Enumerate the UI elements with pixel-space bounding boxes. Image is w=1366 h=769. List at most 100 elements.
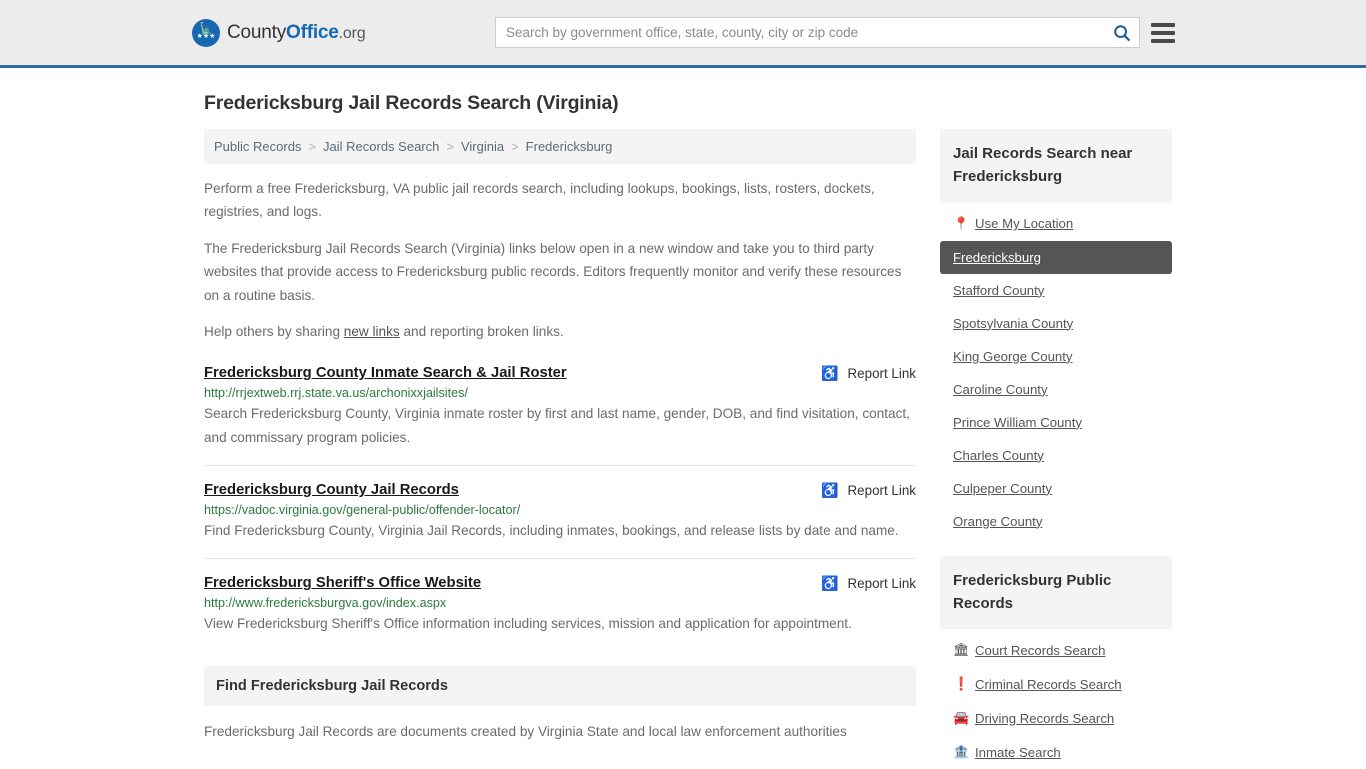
broken-link-icon: ♿ (821, 365, 838, 382)
result-description: Find Fredericksburg County, Virginia Jai… (204, 519, 916, 542)
courthouse-icon: 🏛 (953, 642, 966, 658)
sidebar-item-culpeper-county[interactable]: Culpeper County (940, 472, 1172, 505)
intro-text: Perform a free Fredericksburg, VA public… (204, 177, 916, 343)
result-header: Fredericksburg Sheriff's Office Website … (204, 575, 916, 592)
sidebar-item-court-records-search[interactable]: 🏛 Court Records Search (940, 633, 1172, 667)
car-icon: 🚘 (953, 710, 966, 726)
menu-bar-1 (1151, 23, 1175, 27)
report-link-button[interactable]: ♿ Report Link (805, 482, 916, 499)
find-records-heading: Find Fredericksburg Jail Records (216, 678, 904, 694)
report-link-button[interactable]: ♿ Report Link (805, 575, 916, 592)
sidebar-item-label[interactable]: Criminal Records Search (975, 677, 1122, 692)
sidebar-item-criminal-records-search[interactable]: ❗ Criminal Records Search (940, 667, 1172, 701)
search-bar (495, 17, 1140, 48)
new-links-link[interactable]: new links (344, 324, 400, 339)
jail-icon: 🏦 (953, 744, 966, 760)
result-title-link[interactable]: Fredericksburg County Inmate Search & Ja… (204, 365, 567, 381)
intro-paragraph-3: Help others by sharing new links and rep… (204, 320, 916, 343)
sidebar-item-label[interactable]: Charles County (953, 448, 1044, 463)
sidebar-item-label[interactable]: Caroline County (953, 382, 1048, 397)
intro-paragraph-2: The Fredericksburg Jail Records Search (… (204, 237, 916, 307)
result-header: Fredericksburg County Inmate Search & Ja… (204, 365, 916, 382)
sidebar-item-prince-william-county[interactable]: Prince William County (940, 406, 1172, 439)
breadcrumb-item-public-records[interactable]: Public Records (214, 139, 301, 154)
sidebar-item-label[interactable]: Court Records Search (975, 643, 1105, 658)
sidebar-item-label[interactable]: Culpeper County (953, 481, 1052, 496)
sidebar-public-records-header: Fredericksburg Public Records (940, 556, 1172, 630)
brand-wordmark: CountyOffice.org (227, 22, 365, 44)
hamburger-menu-icon[interactable] (1151, 23, 1175, 43)
sidebar-item-charles-county[interactable]: Charles County (940, 439, 1172, 472)
main-content: Public Records > Jail Records Search > V… (204, 129, 916, 743)
sidebar-item-label[interactable]: Prince William County (953, 415, 1082, 430)
sidebar-public-records-list: 🏛 Court Records Search ❗ Criminal Record… (940, 633, 1172, 769)
brand-part-office: Office (286, 22, 339, 43)
site-logo[interactable]: 🗽 ★★★ CountyOffice.org (192, 19, 365, 47)
sidebar-item-label[interactable]: Driving Records Search (975, 711, 1114, 726)
broken-link-icon: ♿ (821, 575, 838, 592)
report-link-button[interactable]: ♿ Report Link (805, 365, 916, 382)
menu-bar-2 (1151, 31, 1175, 35)
result-item: Fredericksburg County Inmate Search & Ja… (204, 365, 916, 465)
sidebar-nearby-block: Jail Records Search near Fredericksburg … (940, 129, 1172, 538)
brand-part-tld: .org (339, 25, 366, 42)
sidebar-item-label[interactable]: Fredericksburg (953, 250, 1041, 265)
sidebar-public-records-heading: Fredericksburg Public Records (953, 569, 1159, 616)
sidebar: Jail Records Search near Fredericksburg … (940, 129, 1172, 769)
sidebar-item-spotsylvania-county[interactable]: Spotsylvania County (940, 307, 1172, 340)
sidebar-item-label[interactable]: Inmate Search (975, 745, 1061, 760)
sidebar-item-inmate-search[interactable]: 🏦 Inmate Search (940, 735, 1172, 769)
page-container: Fredericksburg Jail Records Search (Virg… (0, 92, 1366, 769)
find-records-header: Find Fredericksburg Jail Records (204, 666, 916, 706)
brand-part-county: County (227, 22, 286, 43)
find-records-body: Fredericksburg Jail Records are document… (204, 720, 916, 743)
sidebar-item-use-my-location[interactable]: 📍 Use My Location (940, 207, 1172, 241)
result-header: Fredericksburg County Jail Records ♿ Rep… (204, 482, 916, 499)
sidebar-item-label[interactable]: Orange County (953, 514, 1042, 529)
intro-p3-before: Help others by sharing (204, 324, 344, 339)
content-columns: Public Records > Jail Records Search > V… (204, 129, 1176, 769)
breadcrumb-item-virginia[interactable]: Virginia (461, 139, 504, 154)
result-url: http://rrjextweb.rrj.state.va.us/archoni… (204, 386, 916, 400)
sidebar-item-label[interactable]: Stafford County (953, 283, 1044, 298)
result-description: View Fredericksburg Sheriff's Office inf… (204, 612, 916, 635)
report-link-label: Report Link (848, 366, 916, 381)
intro-p3-after: and reporting broken links. (400, 324, 564, 339)
eagle-icon: 🗽 ★★★ (192, 19, 220, 47)
result-title-link[interactable]: Fredericksburg Sheriff's Office Website (204, 575, 481, 591)
result-url: http://www.fredericksburgva.gov/index.as… (204, 596, 916, 610)
sidebar-item-driving-records-search[interactable]: 🚘 Driving Records Search (940, 701, 1172, 735)
breadcrumb-separator: > (511, 139, 519, 154)
site-header: 🗽 ★★★ CountyOffice.org (0, 0, 1366, 68)
sidebar-item-label[interactable]: Spotsylvania County (953, 316, 1073, 331)
sidebar-nearby-heading: Jail Records Search near Fredericksburg (953, 142, 1159, 189)
stars-icon: ★★★ (197, 33, 216, 40)
sidebar-nearby-list: 📍 Use My Location Fredericksburg Staffor… (940, 207, 1172, 538)
result-description: Search Fredericksburg County, Virginia i… (204, 402, 916, 449)
breadcrumb-separator: > (446, 139, 454, 154)
breadcrumb: Public Records > Jail Records Search > V… (204, 129, 916, 164)
broken-link-icon: ♿ (821, 482, 838, 499)
sidebar-public-records-block: Fredericksburg Public Records 🏛 Court Re… (940, 556, 1172, 769)
results-list: Fredericksburg County Inmate Search & Ja… (204, 365, 916, 652)
breadcrumb-item-jail-records-search[interactable]: Jail Records Search (323, 139, 439, 154)
sidebar-item-label[interactable]: King George County (953, 349, 1073, 364)
result-item: Fredericksburg County Jail Records ♿ Rep… (204, 465, 916, 558)
result-title-link[interactable]: Fredericksburg County Jail Records (204, 482, 459, 498)
sidebar-item-king-george-county[interactable]: King George County (940, 340, 1172, 373)
sidebar-item-label[interactable]: Use My Location (975, 216, 1073, 231)
exclamation-icon: ❗ (953, 676, 966, 692)
search-input[interactable] (496, 18, 1105, 47)
breadcrumb-item-fredericksburg[interactable]: Fredericksburg (526, 139, 613, 154)
search-icon[interactable] (1105, 18, 1139, 47)
sidebar-item-orange-county[interactable]: Orange County (940, 505, 1172, 538)
report-link-label: Report Link (848, 483, 916, 498)
result-url: https://vadoc.virginia.gov/general-publi… (204, 503, 916, 517)
sidebar-item-caroline-county[interactable]: Caroline County (940, 373, 1172, 406)
menu-bar-3 (1151, 39, 1175, 43)
report-link-label: Report Link (848, 576, 916, 591)
map-pin-icon: 📍 (953, 216, 966, 232)
sidebar-item-fredericksburg[interactable]: Fredericksburg (940, 241, 1172, 274)
page-title: Fredericksburg Jail Records Search (Virg… (204, 92, 1176, 115)
sidebar-item-stafford-county[interactable]: Stafford County (940, 274, 1172, 307)
